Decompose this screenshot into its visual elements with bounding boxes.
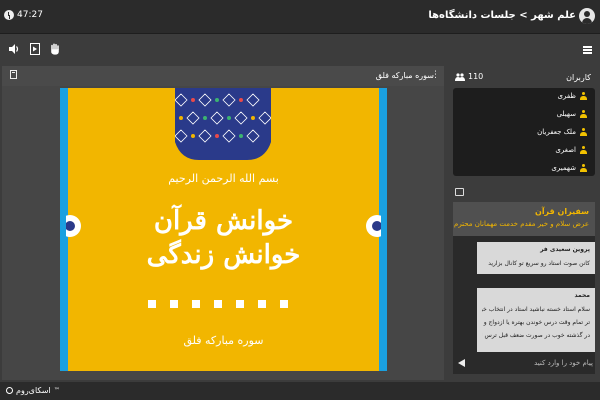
slide-bismillah: بسم الله الرحمن الرحیم: [168, 172, 279, 185]
message-text: کانن صوت استاد رو سریع تو کانال بزارید: [488, 260, 590, 267]
person-icon: [580, 92, 587, 100]
presentation-file-icon[interactable]: [10, 70, 17, 82]
brand-logo: اسکای‌روم ™: [6, 386, 60, 395]
clock-icon: [4, 10, 14, 20]
user-name: شهمیری: [551, 164, 576, 172]
users-header: 110 کاربران: [449, 66, 599, 88]
chat-icon[interactable]: [455, 188, 464, 196]
users-list: ظفری سهیلی ملک جعفریان اصغری شهمیری: [453, 88, 595, 176]
slide-title: سوره مبارکه فلق: [375, 71, 434, 80]
speaker-icon[interactable]: [8, 43, 20, 58]
slide-surah-name: سوره مبارکه فلق: [183, 334, 264, 347]
person-icon: [580, 128, 587, 136]
hamburger-icon[interactable]: [583, 46, 592, 54]
decorative-dots: [148, 300, 288, 308]
user-avatar-icon[interactable]: [579, 8, 595, 24]
chat-input-bar: [453, 352, 595, 374]
top-bar: علم شهر > جلسات دانشگاه‌ها 47:27: [0, 0, 600, 34]
video-icon[interactable]: [30, 43, 40, 58]
user-item[interactable]: سهیلی: [557, 110, 587, 118]
chat-messages: سفیران قرآن عرض سلام و خیر مقدم خدمت مهم…: [453, 202, 595, 352]
message-text-line: سلام استاد خسته نباشید استاد در انتخاب خ…: [482, 306, 590, 313]
users-label: کاربران: [566, 73, 591, 82]
chat-pinned-message: سفیران قرآن عرض سلام و خیر مقدم خدمت مهم…: [453, 202, 595, 236]
slide-headline-1: خوانش قرآن: [153, 206, 294, 236]
pinned-text: عرض سلام و خیر مقدم خدمت مهمانان محترم: [453, 220, 589, 228]
toolbar: [0, 35, 600, 65]
brand-trademark: ™: [53, 387, 60, 394]
user-item[interactable]: شهمیری: [551, 164, 587, 172]
skyroom-logo-icon: [6, 387, 13, 394]
person-icon: [580, 164, 587, 172]
islamic-tile-pattern: [175, 88, 271, 160]
user-name: ظفری: [557, 92, 576, 100]
presentation-kebab-icon[interactable]: ⋮: [431, 70, 440, 80]
session-timer: 47:27: [4, 10, 43, 20]
person-icon: [580, 110, 587, 118]
send-icon[interactable]: [458, 359, 465, 367]
users-icon: [455, 72, 465, 81]
message-sender: پروین سعیدی فر: [540, 246, 590, 253]
user-item[interactable]: ظفری: [558, 92, 587, 100]
left-flower-ornament: [66, 215, 81, 237]
presentation-header: سوره مبارکه فلق ⋮: [2, 66, 444, 86]
hand-icon[interactable]: [50, 43, 60, 58]
breadcrumb-title: علم شهر > جلسات دانشگاه‌ها: [428, 10, 576, 21]
user-name: ملک جعفریان: [537, 128, 576, 136]
users-count: 110: [455, 72, 483, 81]
person-icon: [580, 146, 587, 154]
message-sender: محمد: [574, 292, 590, 299]
chat-message: پروین سعیدی فر کانن صوت استاد رو سریع تو…: [477, 242, 595, 274]
chat-message: محمد سلام استاد خسته نباشید استاد در انت…: [477, 288, 595, 352]
right-flower-ornament: [366, 215, 381, 237]
slide-content: بسم الله الرحمن الرحیم خوانش قرآن خوانش …: [60, 88, 387, 371]
footer: اسکای‌روم ™: [0, 382, 600, 400]
users-panel: 110 کاربران ظفری سهیلی ملک جعفریان اصغری…: [449, 66, 599, 178]
slide-headline-2: خوانش زندگی: [146, 240, 301, 270]
message-text-line: تر تمام وقت درس خوندن بهتره یا ازدواج و …: [482, 319, 590, 326]
user-name: اصغری: [555, 146, 576, 154]
user-item[interactable]: ملک جعفریان: [537, 128, 587, 136]
user-name: سهیلی: [556, 110, 576, 118]
pinned-title: سفیران قرآن: [534, 207, 589, 216]
brand-name: اسکای‌روم: [16, 386, 51, 395]
message-text-line: در گذشته خوب در صورت ضعف قبل ترس لطفا نه…: [482, 332, 590, 339]
timer-value: 47:27: [17, 10, 43, 20]
chat-panel: سفیران قرآن عرض سلام و خیر مقدم خدمت مهم…: [449, 184, 599, 380]
user-item[interactable]: اصغری: [555, 146, 587, 154]
chat-input[interactable]: [471, 354, 593, 372]
users-count-value: 110: [468, 72, 484, 81]
